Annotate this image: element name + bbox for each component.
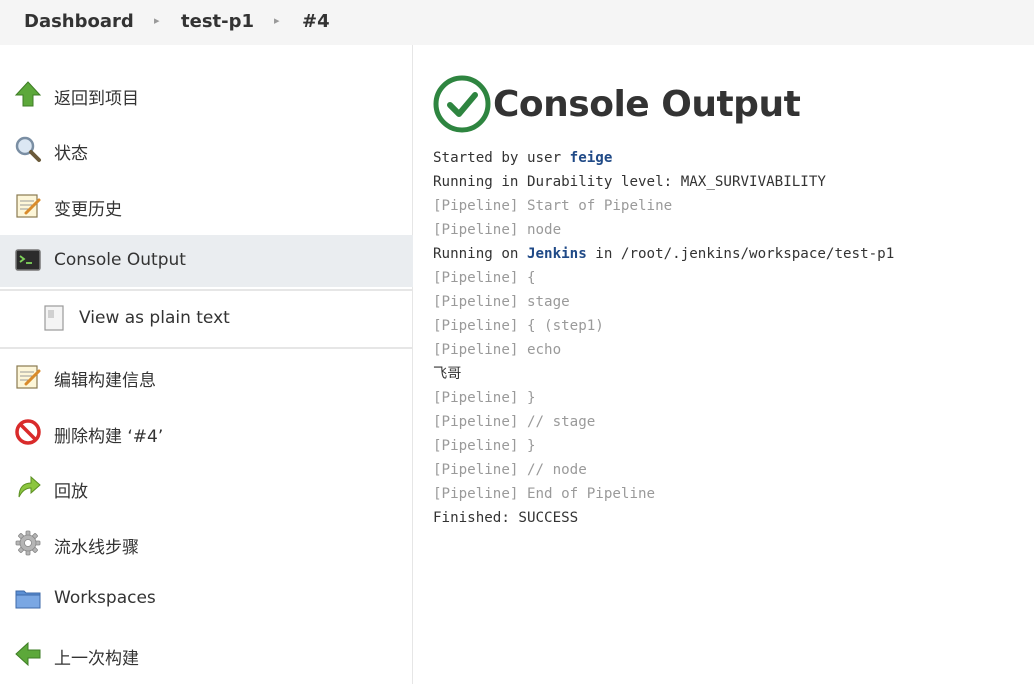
sidebar-item-label: View as plain text xyxy=(79,308,230,328)
sidebar-item-replay[interactable]: 回放 xyxy=(0,462,413,514)
breadcrumb: Dashboard ▸ test-p1 ▸ #4 xyxy=(0,0,1034,45)
sidebar-item-edit-build-info[interactable]: 编辑构建信息 xyxy=(0,351,413,403)
console-text: in /root/.jenkins/workspace/test-p1 xyxy=(586,246,895,262)
sidebar-item-label: 返回到项目 xyxy=(54,89,139,109)
console-line: [Pipeline] echo xyxy=(433,342,562,358)
terminal-icon xyxy=(15,249,41,271)
sidebar-item-label: 删除构建 ‘#4’ xyxy=(54,427,164,447)
page-heading: Console Output xyxy=(433,75,801,133)
console-line: [Pipeline] stage xyxy=(433,294,570,310)
console-text: Running on xyxy=(433,246,527,262)
node-link[interactable]: Jenkins xyxy=(527,246,587,262)
chevron-right-icon[interactable]: ▸ xyxy=(274,14,280,27)
sidebar-item-changes[interactable]: 变更历史 xyxy=(0,180,413,232)
sidebar-item-console-output[interactable]: Console Output xyxy=(0,235,413,287)
sidebar-item-label: 编辑构建信息 xyxy=(54,371,156,391)
sidebar-item-back-to-project[interactable]: 返回到项目 xyxy=(0,69,413,121)
sidebar-item-delete-build[interactable]: 删除构建 ‘#4’ xyxy=(0,407,413,459)
console-line: [Pipeline] Start of Pipeline xyxy=(433,198,673,214)
sidebar-item-label: 变更历史 xyxy=(54,200,122,220)
sidebar-item-label: 状态 xyxy=(54,144,88,164)
no-entry-icon xyxy=(15,419,41,445)
console-line: [Pipeline] node xyxy=(433,222,562,238)
console-line: [Pipeline] } xyxy=(433,438,536,454)
console-line: [Pipeline] End of Pipeline xyxy=(433,486,656,502)
console-line: Started by user feige xyxy=(433,146,894,170)
chevron-right-icon[interactable]: ▸ xyxy=(154,14,160,27)
search-icon xyxy=(15,136,41,162)
sidebar-item-previous-build[interactable]: 上一次构建 xyxy=(0,629,413,681)
sidebar-item-label: 回放 xyxy=(54,482,88,502)
notepad-icon xyxy=(16,194,41,218)
sidebar-item-label: Workspaces xyxy=(54,588,156,608)
console-line: 飞哥 xyxy=(433,366,462,382)
up-arrow-icon xyxy=(14,81,42,107)
sidebar-item-label: 上一次构建 xyxy=(54,649,139,669)
notepad-icon xyxy=(16,365,41,389)
redo-arrow-icon xyxy=(18,475,41,498)
main-content: Console Output Started by user feige Runn… xyxy=(414,45,1034,684)
sidebar: 返回到项目 状态 变更历史 Console Output View as pla… xyxy=(0,45,413,684)
sidebar-item-label: Console Output xyxy=(54,250,186,270)
sidebar-item-pipeline-steps[interactable]: 流水线步骤 xyxy=(0,518,413,570)
console-text: Started by user xyxy=(433,150,570,166)
console-output: Started by user feige Running in Durabili… xyxy=(433,146,894,530)
user-link[interactable]: feige xyxy=(570,150,613,166)
divider xyxy=(0,289,413,291)
sidebar-item-view-plain-text[interactable]: View as plain text xyxy=(0,293,413,345)
left-arrow-icon xyxy=(15,641,41,667)
folder-icon xyxy=(15,590,41,609)
divider xyxy=(0,347,413,349)
console-line: Running on Jenkins in /root/.jenkins/wor… xyxy=(433,242,894,266)
console-line: [Pipeline] // stage xyxy=(433,414,596,430)
page-title: Console Output xyxy=(493,83,801,125)
console-line: [Pipeline] { (step1) xyxy=(433,318,604,334)
console-line: [Pipeline] // node xyxy=(433,462,587,478)
gear-icon xyxy=(15,530,41,556)
breadcrumb-job-link[interactable]: test-p1 xyxy=(181,11,254,32)
success-check-icon xyxy=(433,75,491,133)
console-line: Running in Durability level: MAX_SURVIVA… xyxy=(433,174,826,190)
console-line: [Pipeline] } xyxy=(433,390,536,406)
document-icon xyxy=(44,305,64,331)
sidebar-item-workspaces[interactable]: Workspaces xyxy=(0,573,413,625)
breadcrumb-dashboard-link[interactable]: Dashboard xyxy=(24,11,134,32)
breadcrumb-build-link[interactable]: #4 xyxy=(302,11,330,32)
sidebar-item-label: 流水线步骤 xyxy=(54,538,139,558)
console-line: Finished: SUCCESS xyxy=(433,510,579,526)
console-line: [Pipeline] { xyxy=(433,270,536,286)
sidebar-item-status[interactable]: 状态 xyxy=(0,124,413,176)
